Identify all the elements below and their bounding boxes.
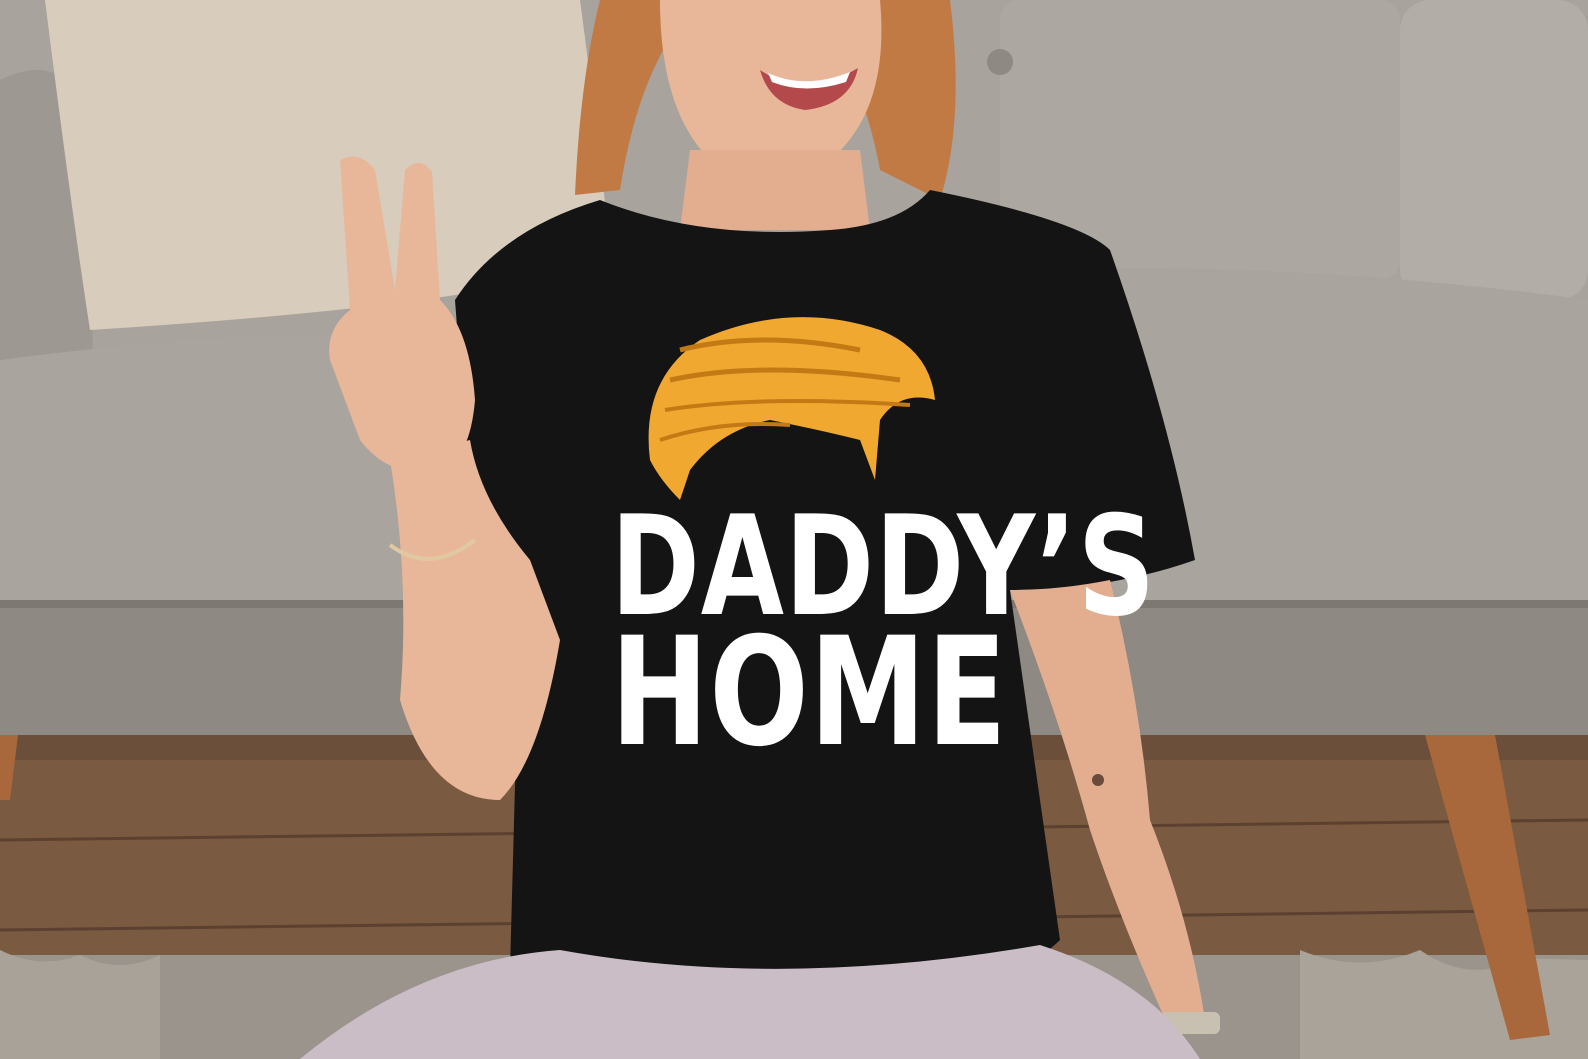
photo-scene: DADDY’S HOME: [0, 0, 1588, 1059]
arm-tattoo: [1092, 774, 1104, 786]
person-neck: [680, 150, 870, 230]
sofa-button: [987, 49, 1013, 75]
shirt-print-line2: HOME: [610, 606, 1008, 780]
